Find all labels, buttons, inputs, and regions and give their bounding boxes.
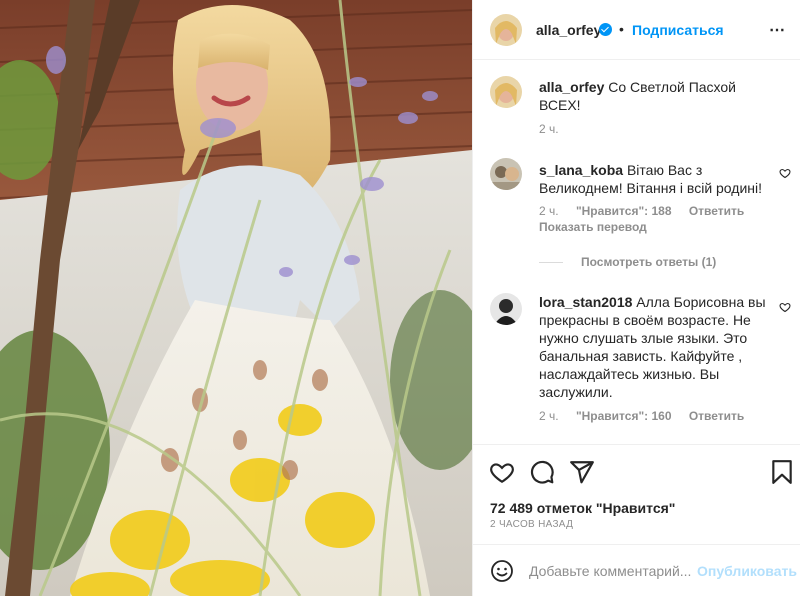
caption: alla_orfey Со Светлой Пасхой ВСЕХ! 2 ч.	[473, 74, 800, 144]
bookmark-icon[interactable]	[769, 459, 795, 485]
post-comment-button[interactable]: Опубликовать	[697, 563, 797, 579]
avatar[interactable]	[490, 76, 522, 108]
likes-count[interactable]: 72 489 отметок "Нравится"	[490, 500, 675, 516]
post-time[interactable]: 2 ЧАСОВ НАЗАД	[490, 519, 573, 530]
time-label[interactable]: 2 ч.	[539, 122, 559, 136]
comment-text: s_lana_koba Вітаю Вас з Великоднем! Віта…	[539, 161, 773, 197]
verified-badge-icon	[599, 23, 612, 36]
comment-meta: 2 ч. "Нравится": 160 Ответить	[539, 409, 758, 423]
comment-item: lora_stan2018 Алла Борисовна вы прекрасн…	[473, 291, 800, 441]
post-image	[0, 0, 472, 596]
caption-time: 2 ч.	[539, 122, 573, 136]
comment-time[interactable]: 2 ч.	[539, 409, 559, 423]
comment-text: lora_stan2018 Алла Борисовна вы прекрасн…	[539, 293, 773, 401]
replies-divider	[539, 262, 563, 264]
reply-button[interactable]: Ответить	[689, 204, 744, 218]
comment-meta: 2 ч. "Нравится": 188 Ответить	[539, 204, 758, 218]
comment-like-heart-icon[interactable]	[779, 301, 791, 313]
post-header: alla_orfey • Подписаться ⋯	[473, 0, 800, 60]
reply-button[interactable]: Ответить	[689, 409, 744, 423]
comment-username[interactable]: s_lana_koba	[539, 162, 623, 178]
add-comment-bar: Опубликовать	[473, 544, 800, 596]
emoji-icon[interactable]	[490, 559, 514, 583]
caption-username[interactable]: alla_orfey	[539, 79, 604, 95]
comment-like-heart-icon[interactable]	[779, 167, 791, 179]
follow-button[interactable]: Подписаться	[632, 22, 724, 38]
heart-icon[interactable]	[489, 459, 515, 485]
header-username[interactable]: alla_orfey	[536, 22, 601, 38]
view-replies-label[interactable]: Посмотреть ответы (1)	[581, 255, 716, 269]
separator-dot: •	[619, 21, 624, 37]
post-sidebar: alla_orfey • Подписаться ⋯ alla_orfey Со…	[472, 0, 800, 596]
comment-likes[interactable]: "Нравится": 188	[576, 204, 672, 218]
view-replies-button[interactable]: Посмотреть ответы (1)	[539, 255, 716, 269]
comment-icon[interactable]	[529, 459, 555, 485]
comment-likes[interactable]: "Нравится": 160	[576, 409, 672, 423]
comment-input[interactable]	[529, 561, 691, 581]
avatar[interactable]	[490, 293, 522, 325]
caption-text: alla_orfey Со Светлой Пасхой ВСЕХ!	[539, 78, 773, 114]
post-photo[interactable]	[0, 0, 472, 596]
more-options-icon[interactable]: ⋯	[769, 20, 786, 40]
show-translation-button[interactable]: Показать перевод	[539, 220, 647, 234]
comment-time[interactable]: 2 ч.	[539, 204, 559, 218]
avatar[interactable]	[490, 158, 522, 190]
comment-username[interactable]: lora_stan2018	[539, 294, 632, 310]
action-bar	[473, 444, 800, 496]
comments-list[interactable]: alla_orfey Со Светлой Пасхой ВСЕХ! 2 ч. …	[473, 61, 800, 444]
share-icon[interactable]	[569, 459, 595, 485]
avatar[interactable]	[490, 14, 522, 46]
